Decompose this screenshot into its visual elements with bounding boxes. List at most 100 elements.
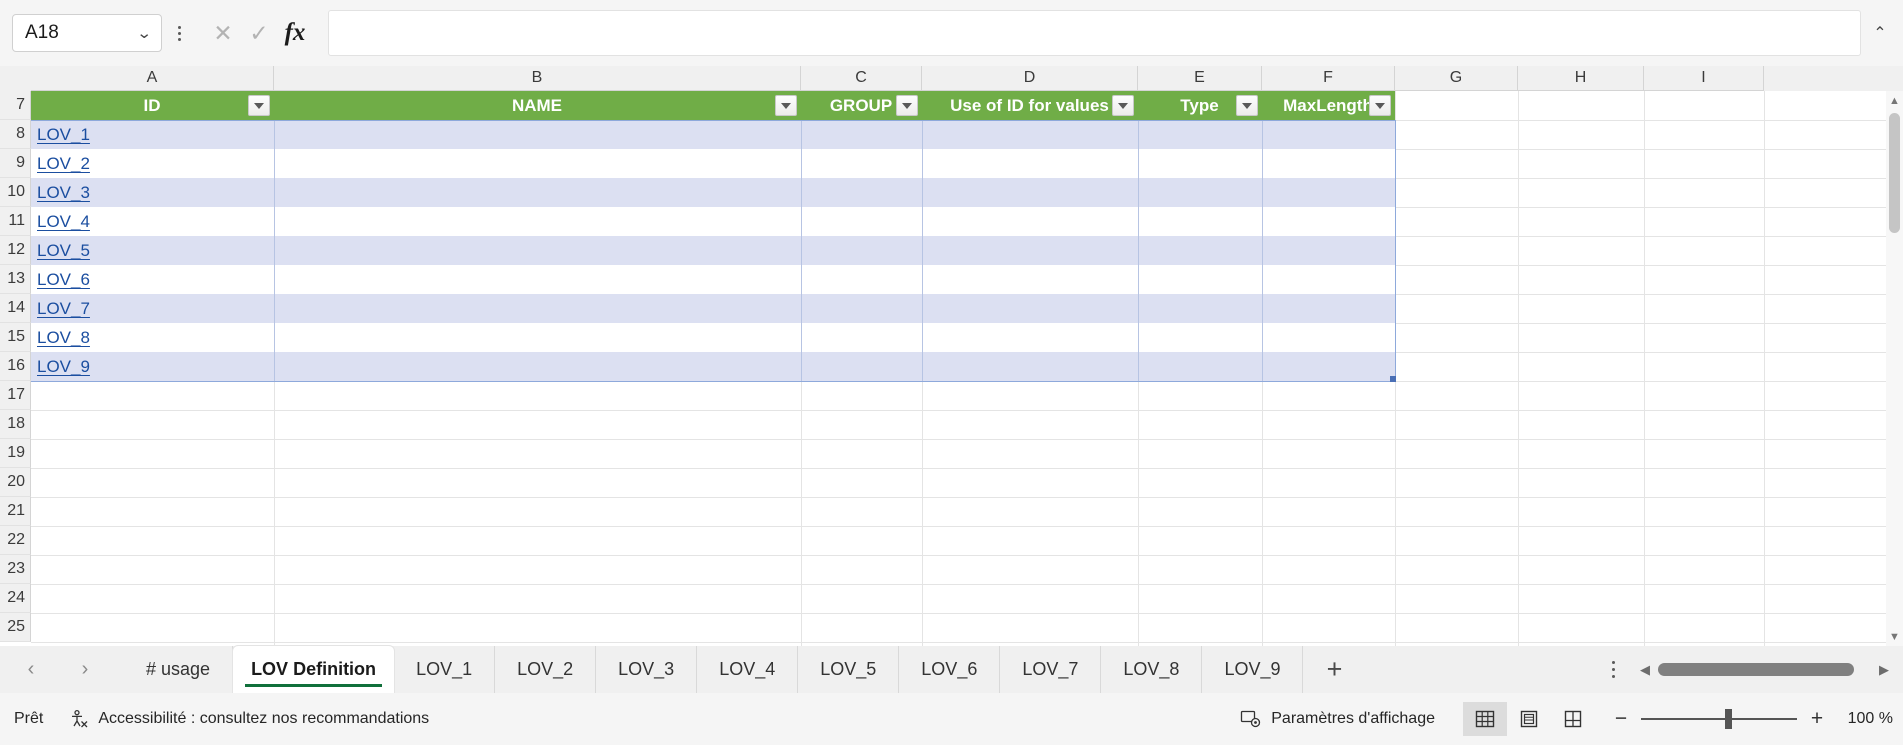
row-header-19[interactable]: 19 bbox=[0, 439, 31, 468]
hyperlink-text: LOV_2 bbox=[37, 153, 90, 173]
row-header-22[interactable]: 22 bbox=[0, 526, 31, 555]
horizontal-scroll-track[interactable] bbox=[1658, 663, 1871, 676]
column-header-c[interactable]: C bbox=[801, 66, 922, 91]
scroll-up-arrow-icon[interactable]: ▲ bbox=[1886, 91, 1903, 110]
row-header-7[interactable]: 7 bbox=[0, 91, 31, 120]
column-header-e[interactable]: E bbox=[1138, 66, 1262, 91]
table-cell-id-link[interactable]: LOV_8 bbox=[31, 323, 274, 352]
row-header-12[interactable]: 12 bbox=[0, 236, 31, 265]
chevron-down-icon[interactable]: ⌄ bbox=[137, 26, 153, 41]
zoom-control[interactable]: − + bbox=[1613, 707, 1825, 731]
filter-dropdown-icon[interactable] bbox=[1236, 95, 1258, 116]
table-cell-id-link[interactable]: LOV_1 bbox=[31, 120, 274, 149]
filter-dropdown-icon[interactable] bbox=[775, 95, 797, 116]
table-cell-id-link[interactable]: LOV_2 bbox=[31, 149, 274, 178]
sheet-options-icon[interactable] bbox=[1600, 650, 1626, 690]
normal-view-icon[interactable] bbox=[1463, 702, 1507, 736]
table-cell-id-link[interactable]: LOV_3 bbox=[31, 178, 274, 207]
fx-icon[interactable]: fx bbox=[277, 15, 313, 51]
close-icon[interactable]: ✕ bbox=[205, 15, 241, 51]
table-cell-id-link[interactable]: LOV_6 bbox=[31, 265, 274, 294]
row-header-18[interactable]: 18 bbox=[0, 410, 31, 439]
sheet-tab-lov-5[interactable]: LOV_5 bbox=[798, 646, 900, 693]
sheet-tab-lov-3[interactable]: LOV_3 bbox=[596, 646, 698, 693]
table-column-divider bbox=[801, 120, 802, 381]
column-header-g[interactable]: G bbox=[1395, 66, 1518, 91]
accessibility-status[interactable]: Accessibilité : consultez nos recommanda… bbox=[69, 709, 429, 729]
row-header-25[interactable]: 25 bbox=[0, 613, 31, 642]
vertical-scrollbar[interactable]: ▲ ▼ bbox=[1886, 91, 1903, 646]
row-header-15[interactable]: 15 bbox=[0, 323, 31, 352]
sheet-tab-label: # usage bbox=[146, 659, 211, 679]
column-header-a[interactable]: A bbox=[31, 66, 274, 91]
zoom-in-button[interactable]: + bbox=[1809, 707, 1825, 731]
fill-handle[interactable] bbox=[1390, 376, 1396, 382]
column-header-h[interactable]: H bbox=[1518, 66, 1644, 91]
zoom-out-button[interactable]: − bbox=[1613, 707, 1629, 731]
cells-area[interactable]: ID NAME GROUP Use of ID for values Type MaxLe… bbox=[31, 91, 1903, 646]
filter-dropdown-icon[interactable] bbox=[1112, 95, 1134, 116]
horizontal-scrollbar[interactable]: ◀ ▶ bbox=[1632, 656, 1897, 683]
sheet-tab-lov-4[interactable]: LOV_4 bbox=[697, 646, 799, 693]
sheet-tab-lov-6[interactable]: LOV_6 bbox=[899, 646, 1001, 693]
table-cell-id-link[interactable]: LOV_5 bbox=[31, 236, 274, 265]
sheet-tab-lov-definition[interactable]: LOV Definition bbox=[233, 646, 395, 693]
table-cell-id-link[interactable]: LOV_4 bbox=[31, 207, 274, 236]
row-header-13[interactable]: 13 bbox=[0, 265, 31, 294]
column-header-b[interactable]: B bbox=[274, 66, 801, 91]
tab-prev-icon[interactable]: ‹ bbox=[18, 657, 44, 683]
scroll-left-arrow-icon[interactable]: ◀ bbox=[1632, 657, 1658, 683]
column-header-d[interactable]: D bbox=[922, 66, 1138, 91]
sheet-tab-lov-2[interactable]: LOV_2 bbox=[495, 646, 597, 693]
table-header-cell[interactable]: ID bbox=[31, 91, 274, 120]
page-layout-view-icon[interactable] bbox=[1507, 702, 1551, 736]
zoom-slider-thumb[interactable] bbox=[1725, 709, 1732, 729]
filter-dropdown-icon[interactable] bbox=[248, 95, 270, 116]
tab-next-icon[interactable]: › bbox=[72, 657, 98, 683]
scroll-right-arrow-icon[interactable]: ▶ bbox=[1871, 657, 1897, 683]
page-break-view-icon[interactable] bbox=[1551, 702, 1595, 736]
chevron-up-icon[interactable]: ⌃ bbox=[1863, 10, 1897, 56]
sheet-tab-lov-1[interactable]: LOV_1 bbox=[394, 646, 496, 693]
sheet-tab-lov-7[interactable]: LOV_7 bbox=[1000, 646, 1102, 693]
row-header-17[interactable]: 17 bbox=[0, 381, 31, 410]
table-border bbox=[31, 381, 1395, 382]
table-cell-id-link[interactable]: LOV_7 bbox=[31, 294, 274, 323]
row-header-24[interactable]: 24 bbox=[0, 584, 31, 613]
sheet-tab-lov-9[interactable]: LOV_9 bbox=[1202, 646, 1304, 693]
zoom-level-label[interactable]: 100 % bbox=[1839, 710, 1893, 728]
row-header-10[interactable]: 10 bbox=[0, 178, 31, 207]
grid-row-line bbox=[31, 613, 1903, 614]
name-box[interactable]: A18 ⌄ bbox=[12, 14, 162, 52]
row-header-14[interactable]: 14 bbox=[0, 294, 31, 323]
display-settings-label: Paramètres d'affichage bbox=[1271, 710, 1435, 727]
display-settings-button[interactable]: Paramètres d'affichage bbox=[1240, 709, 1435, 729]
table-column-divider bbox=[1395, 120, 1396, 381]
row-header-16[interactable]: 16 bbox=[0, 352, 31, 381]
table-header-cell[interactable]: Use of ID for values bbox=[922, 91, 1138, 120]
status-bar: Prêt Accessibilité : consultez nos recom… bbox=[0, 693, 1903, 745]
row-header-23[interactable]: 23 bbox=[0, 555, 31, 584]
table-cell-id-link[interactable]: LOV_9 bbox=[31, 352, 274, 381]
row-header-8[interactable]: 8 bbox=[0, 120, 31, 149]
horizontal-scroll-thumb[interactable] bbox=[1658, 663, 1854, 676]
row-header-9[interactable]: 9 bbox=[0, 149, 31, 178]
scroll-down-arrow-icon[interactable]: ▼ bbox=[1886, 627, 1903, 646]
column-header-i[interactable]: I bbox=[1644, 66, 1764, 91]
row-header-21[interactable]: 21 bbox=[0, 497, 31, 526]
vertical-scroll-thumb[interactable] bbox=[1889, 113, 1900, 233]
formula-input[interactable] bbox=[328, 10, 1861, 56]
sheet-tab-lov-8[interactable]: LOV_8 bbox=[1101, 646, 1203, 693]
row-header-20[interactable]: 20 bbox=[0, 468, 31, 497]
table-header-cell[interactable]: NAME bbox=[274, 91, 801, 120]
check-icon[interactable]: ✓ bbox=[241, 15, 277, 51]
more-options-icon[interactable] bbox=[166, 14, 192, 52]
add-sheet-button[interactable]: + bbox=[1303, 646, 1365, 693]
zoom-slider[interactable] bbox=[1641, 709, 1797, 729]
filter-dropdown-icon[interactable] bbox=[1369, 95, 1391, 116]
column-header-f[interactable]: F bbox=[1262, 66, 1395, 91]
spreadsheet-grid[interactable]: ABCDEFGHI 7 8 9 10 11 12 13 14 15 16 17 18 19 20 21 22 2… bbox=[0, 66, 1903, 646]
sheet-tab-usage[interactable]: # usage bbox=[124, 646, 234, 693]
row-header-11[interactable]: 11 bbox=[0, 207, 31, 236]
filter-dropdown-icon[interactable] bbox=[896, 95, 918, 116]
